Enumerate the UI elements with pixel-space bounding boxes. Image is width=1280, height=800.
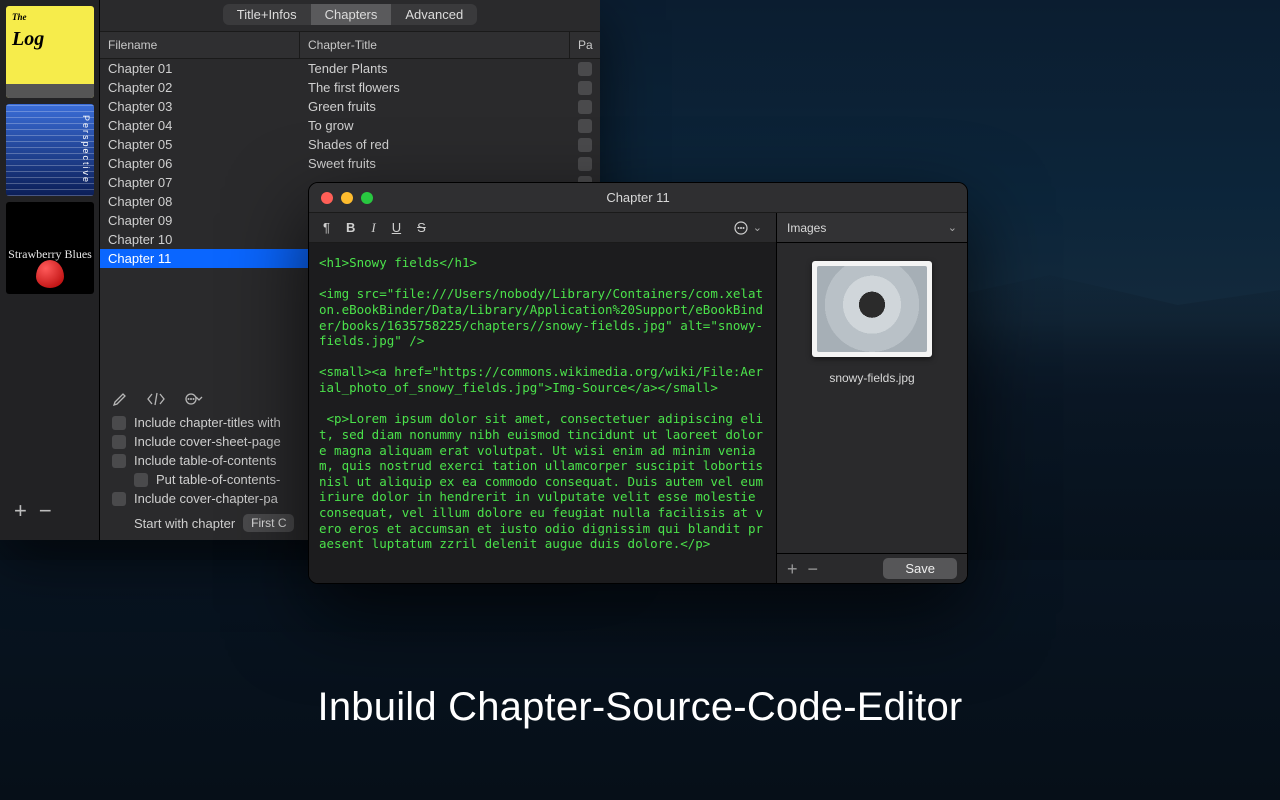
checkbox-icon[interactable] <box>578 62 592 76</box>
cell-filename: Chapter 10 <box>100 231 300 248</box>
remove-book-button[interactable]: − <box>39 498 52 524</box>
cell-chapter-title: To grow <box>300 117 570 134</box>
bold-icon[interactable]: B <box>346 220 355 235</box>
checkbox-icon[interactable] <box>112 492 126 506</box>
image-filename: snowy-fields.jpg <box>829 371 914 385</box>
cell-filename: Chapter 03 <box>100 98 300 115</box>
cell-chapter-title: Sweet fruits <box>300 155 570 172</box>
sidebar-footer: + − <box>6 492 93 534</box>
more-options-icon[interactable]: ⌄ <box>733 220 762 236</box>
strawberry-icon <box>36 260 64 288</box>
column-chapter-title[interactable]: Chapter-Title <box>300 32 570 58</box>
images-footer: + − Save <box>777 553 967 583</box>
cell-filename: Chapter 09 <box>100 212 300 229</box>
cell-filename: Chapter 07 <box>100 174 300 191</box>
book-title: Log <box>6 22 44 51</box>
checkbox-icon[interactable] <box>578 138 592 152</box>
code-icon[interactable] <box>146 392 166 406</box>
checkbox-icon[interactable] <box>112 454 126 468</box>
cell-filename: Chapter 06 <box>100 155 300 172</box>
checkbox-icon[interactable] <box>578 100 592 114</box>
table-row[interactable]: Chapter 03Green fruits <box>100 97 600 116</box>
segment-title-infos[interactable]: Title+Infos <box>223 4 311 25</box>
save-button[interactable]: Save <box>883 558 957 579</box>
chevron-down-icon: ⌄ <box>948 221 957 234</box>
cell-chapter-title: Shades of red <box>300 136 570 153</box>
cell-filename: Chapter 01 <box>100 60 300 77</box>
edit-icon[interactable] <box>112 391 128 407</box>
book-title: Perspective <box>79 107 91 193</box>
images-panel: Images ⌄ snowy-fields.jpg + − Save <box>777 213 967 583</box>
option-label: Include cover-chapter-pa <box>134 491 278 506</box>
checkbox-icon[interactable] <box>134 473 148 487</box>
code-editor[interactable]: <h1>Snowy fields</h1> <img src="file:///… <box>309 243 776 583</box>
editor-left-pane: ¶ B I U S ⌄ <h1>Snowy fields</h1> <img s… <box>309 213 777 583</box>
book-title: Strawberry Blues <box>8 236 92 260</box>
remove-image-button[interactable]: − <box>808 560 819 578</box>
table-row[interactable]: Chapter 05Shades of red <box>100 135 600 154</box>
option-label: Include cover-sheet-page <box>134 434 281 449</box>
cell-filename: Chapter 05 <box>100 136 300 153</box>
cell-filename: Chapter 08 <box>100 193 300 210</box>
start-with-label: Start with chapter <box>134 516 235 531</box>
segment-advanced[interactable]: Advanced <box>391 4 477 25</box>
format-toolbar: ¶ B I U S ⌄ <box>309 213 776 243</box>
images-header: Images <box>787 221 826 235</box>
checkbox-icon[interactable] <box>578 157 592 171</box>
segmented-control: Title+Infos Chapters Advanced <box>223 4 477 25</box>
source-code[interactable]: <h1>Snowy fields</h1> <img src="file:///… <box>319 255 766 552</box>
chevron-down-icon: ⌄ <box>753 221 762 234</box>
cell-chapter-title: Green fruits <box>300 98 570 115</box>
option-label: Include chapter-titles with <box>134 415 281 430</box>
book-thumbnail[interactable]: Perspective <box>6 104 94 196</box>
marketing-caption: Inbuild Chapter-Source-Code-Editor <box>0 685 1280 730</box>
book-thumbnail[interactable]: The Log <box>6 6 94 98</box>
italic-icon[interactable]: I <box>371 220 375 236</box>
image-preview <box>817 266 927 352</box>
books-sidebar: The Log Perspective Strawberry Blues + − <box>0 0 100 540</box>
cell-chapter-title: Tender Plants <box>300 60 570 77</box>
cell-filename: Chapter 02 <box>100 79 300 96</box>
option-label: Put table-of-contents- <box>156 472 280 487</box>
options-icon[interactable] <box>184 392 204 406</box>
add-book-button[interactable]: + <box>14 498 27 524</box>
column-pa[interactable]: Pa <box>570 32 600 58</box>
checkbox-icon[interactable] <box>112 416 126 430</box>
segment-chapters[interactable]: Chapters <box>311 4 392 25</box>
book-pretitle: The <box>6 6 27 22</box>
table-row[interactable]: Chapter 01Tender Plants <box>100 59 600 78</box>
cell-filename: Chapter 04 <box>100 117 300 134</box>
start-chapter-select[interactable]: First C <box>243 514 294 532</box>
table-row[interactable]: Chapter 04To grow <box>100 116 600 135</box>
strike-icon[interactable]: S <box>417 220 426 235</box>
column-filename[interactable]: Filename <box>100 32 300 58</box>
editor-titlebar[interactable]: Chapter 11 <box>309 183 967 213</box>
editor-window: Chapter 11 ¶ B I U S ⌄ <h1>Snowy fields<… <box>308 182 968 584</box>
checkbox-icon[interactable] <box>578 81 592 95</box>
image-thumbnail[interactable] <box>812 261 932 357</box>
decorative-bar <box>6 84 94 98</box>
cell-filename: Chapter 11 <box>100 250 300 267</box>
table-row[interactable]: Chapter 02The first flowers <box>100 78 600 97</box>
editor-title: Chapter 11 <box>309 190 967 205</box>
option-label: Include table-of-contents <box>134 453 276 468</box>
images-header-row[interactable]: Images ⌄ <box>777 213 967 243</box>
table-header: Filename Chapter-Title Pa <box>100 31 600 59</box>
checkbox-icon[interactable] <box>578 119 592 133</box>
table-row[interactable]: Chapter 06Sweet fruits <box>100 154 600 173</box>
book-thumbnail[interactable]: Strawberry Blues <box>6 202 94 294</box>
add-image-button[interactable]: + <box>787 560 798 578</box>
cell-chapter-title: The first flowers <box>300 79 570 96</box>
underline-icon[interactable]: U <box>392 220 401 235</box>
checkbox-icon[interactable] <box>112 435 126 449</box>
paragraph-icon[interactable]: ¶ <box>323 220 330 235</box>
